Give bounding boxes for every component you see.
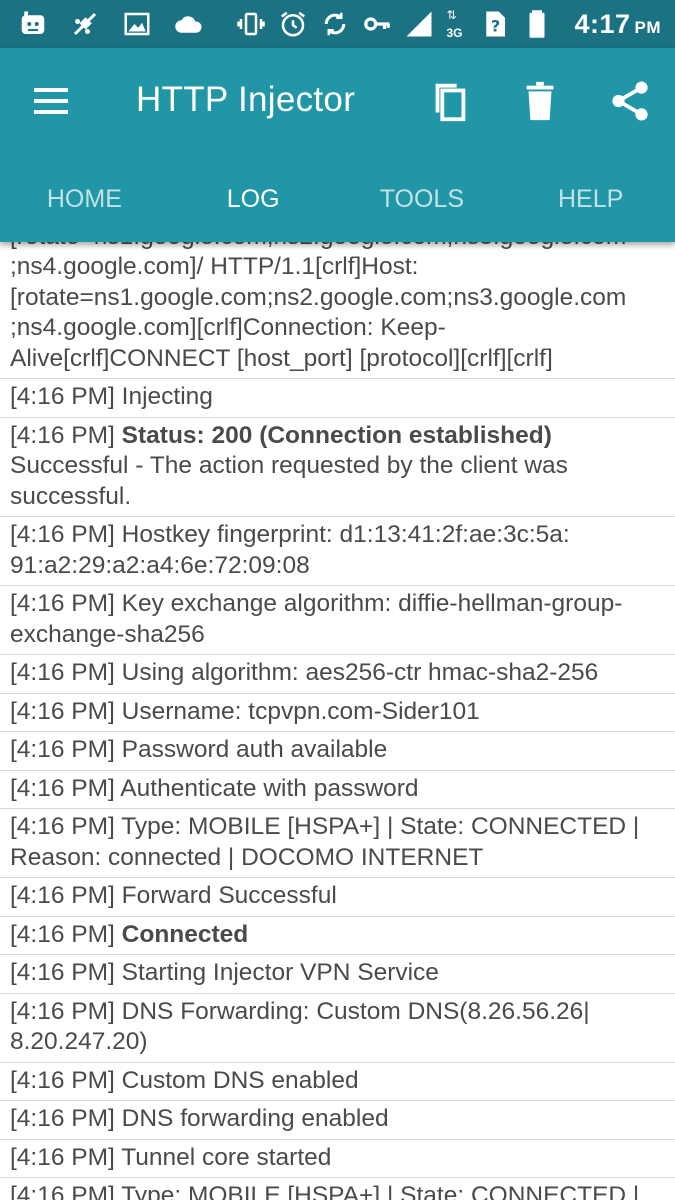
vpn-key-icon [364, 17, 391, 31]
log-entry: [4:16 PM] Forward Successful [0, 878, 675, 917]
alarm-icon [281, 11, 306, 37]
vibrate-icon [237, 12, 266, 36]
log-entry: [4:16 PM] Hostkey fingerprint: d1:13:41:… [0, 517, 675, 586]
log-entry: [4:16 PM] Status: 200 (Connection establ… [0, 418, 675, 517]
log-entry: [4:16 PM] Using algorithm: aes256-ctr hm… [0, 655, 675, 694]
usb-debug-icon [73, 12, 97, 36]
log-entry: [4:16 PM] Custom DNS enabled [0, 1063, 675, 1101]
share-icon[interactable] [607, 78, 653, 124]
log-entry: [4:16 PM] Type: MOBILE [HSPA+] | State: … [0, 1178, 675, 1200]
image-icon [124, 12, 150, 36]
log-entry: [4:16 PM] Starting Injector VPN Service [0, 955, 675, 994]
copy-icon[interactable] [426, 78, 472, 124]
tab-tools[interactable]: TOOLS [338, 172, 507, 226]
log-list[interactable]: [4:16 PM] Payload: CONNECT [rotate=ns1.g… [0, 222, 675, 1200]
log-entry: [4:16 PM] DNS forwarding enabled [0, 1101, 675, 1140]
log-entry: [4:16 PM] Payload: CONNECT [rotate=ns1.g… [0, 222, 675, 379]
menu-icon[interactable] [34, 84, 72, 118]
log-entry: [4:16 PM] Key exchange algorithm: diffie… [0, 586, 675, 655]
app-bar: HTTP Injector HOME LOG TOOLS HELP [0, 48, 675, 242]
tab-bar: HOME LOG TOOLS HELP [0, 172, 675, 226]
log-entry: [4:16 PM] Injecting [0, 379, 675, 418]
log-entry-bold: Connected [121, 920, 249, 948]
tab-log[interactable]: LOG [169, 172, 338, 226]
log-entry: [4:16 PM] Type: MOBILE [HSPA+] | State: … [0, 809, 675, 878]
no-sim-icon: ? [486, 11, 506, 37]
cloud-icon [175, 16, 202, 33]
svg-text:?: ? [491, 17, 500, 36]
log-entry: [4:16 PM] Tunnel core started [0, 1140, 675, 1178]
clock: 4:17 PM [574, 8, 661, 39]
app-title: HTTP Injector [136, 80, 356, 119]
network-type: ⇅ 3G [446, 8, 463, 40]
log-entry: [4:16 PM] Connected [0, 917, 675, 955]
sync-icon [325, 12, 346, 36]
app-notification-icon [21, 11, 45, 34]
signal-icon [406, 11, 432, 37]
log-entry-bold: Status: 200 (Connection established) [121, 421, 552, 449]
tab-home[interactable]: HOME [0, 172, 169, 226]
status-bar: ⇅ 3G ? 4:17 PM [0, 0, 675, 48]
log-entry: [4:16 PM] DNS Forwarding: Custom DNS(8.2… [0, 994, 675, 1063]
delete-icon[interactable] [517, 78, 563, 124]
log-entry: [4:16 PM] Password auth available [0, 732, 675, 771]
tab-help[interactable]: HELP [506, 172, 675, 226]
log-entry: [4:16 PM] Authenticate with password [0, 771, 675, 809]
battery-icon [529, 10, 545, 38]
log-entry: [4:16 PM] Username: tcpvpn.com-Sider101 [0, 694, 675, 732]
